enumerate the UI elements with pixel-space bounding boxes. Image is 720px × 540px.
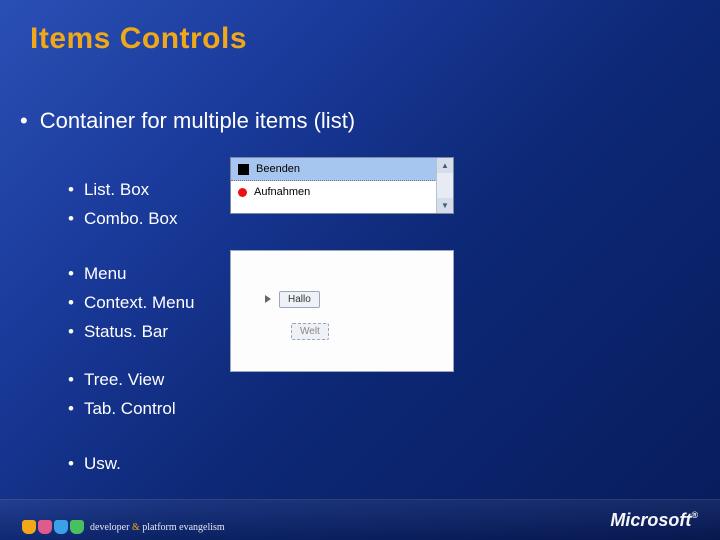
hearts-icon — [22, 520, 84, 534]
footer-dev-prefix: developer — [90, 522, 129, 533]
list-item-label: Tab. Control — [84, 399, 176, 418]
developer-evangelism-logo: developer & platform evangelism — [22, 520, 225, 534]
designer-canvas-mock: Hallo Welt — [230, 250, 454, 372]
bullet-group-3: •Tree. View •Tab. Control — [68, 366, 176, 424]
listbox-mock: Beenden Aufnahmen ▲ ▼ — [230, 157, 454, 214]
microsoft-logo: Microsoft® — [610, 510, 698, 531]
scroll-down-icon[interactable]: ▼ — [437, 198, 453, 213]
list-item-label: Context. Menu — [84, 293, 195, 312]
listbox-item-label: Aufnahmen — [254, 186, 310, 198]
listbox-row-selected[interactable]: Beenden — [231, 158, 453, 181]
hallo-button[interactable]: Hallo — [279, 291, 320, 308]
list-item-label: Tree. View — [84, 370, 164, 389]
list-item-label: List. Box — [84, 180, 149, 199]
scroll-up-icon[interactable]: ▲ — [437, 158, 453, 173]
welt-button[interactable]: Welt — [291, 323, 329, 340]
bullet-group-1: •List. Box •Combo. Box — [68, 176, 178, 234]
bullet-group-2: •Menu •Context. Menu •Status. Bar — [68, 260, 195, 347]
slide-footer: developer & platform evangelism Microsof… — [0, 499, 720, 540]
list-item-label: Menu — [84, 264, 127, 283]
list-item-label: Usw. — [84, 454, 121, 473]
listbox-row[interactable]: Aufnahmen — [231, 181, 453, 203]
scrollbar[interactable]: ▲ ▼ — [436, 158, 453, 213]
square-icon — [238, 164, 249, 175]
slide-subtitle: • Container for multiple items (list) — [20, 108, 355, 134]
bullet-group-4: •Usw. — [68, 450, 121, 479]
bullet-icon: • — [20, 108, 28, 133]
list-item-label: Combo. Box — [84, 209, 178, 228]
slide-title: Items Controls — [30, 22, 247, 56]
record-dot-icon — [238, 188, 247, 197]
footer-dev-suffix: platform evangelism — [142, 522, 224, 533]
listbox-item-label: Beenden — [256, 163, 300, 175]
subtitle-text: Container for multiple items (list) — [40, 108, 355, 133]
footer-amp: & — [132, 522, 140, 533]
triangle-icon — [265, 295, 271, 303]
list-item-label: Status. Bar — [84, 322, 168, 341]
